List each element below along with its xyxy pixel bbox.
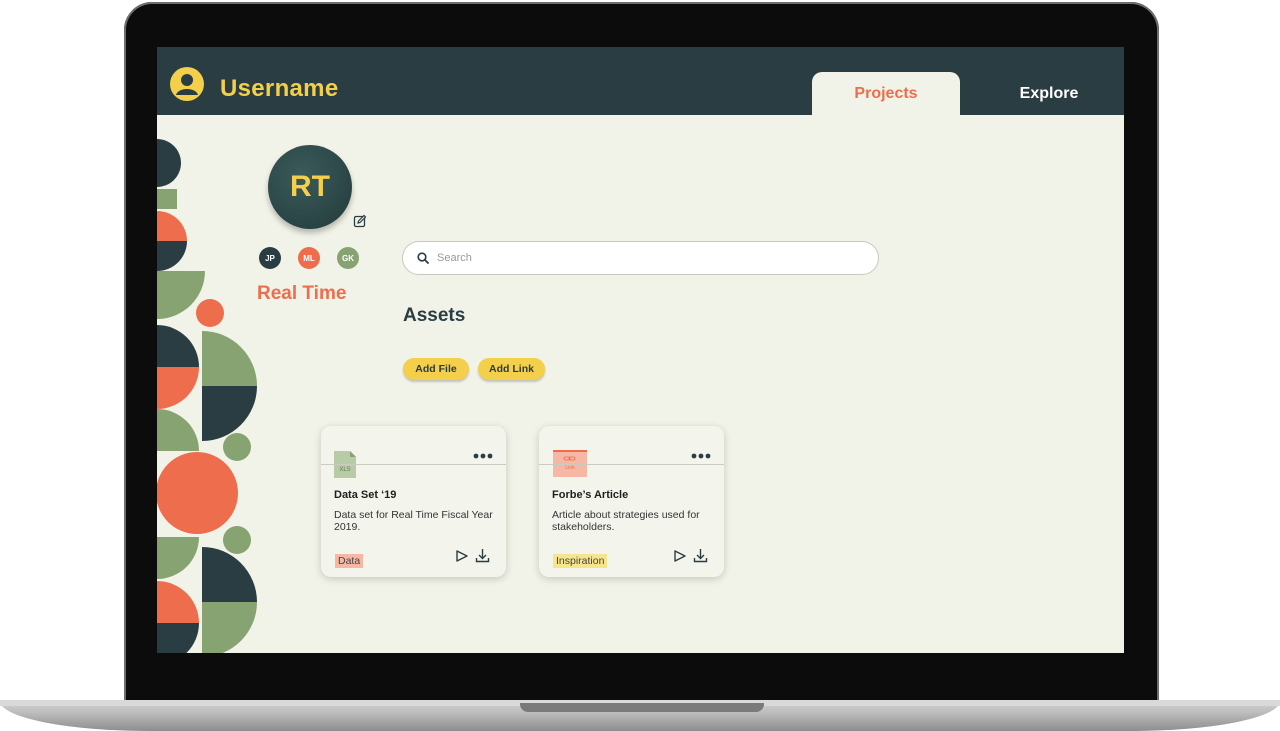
more-options-icon[interactable]: [473, 453, 493, 459]
download-icon[interactable]: [693, 548, 708, 563]
member-avatar[interactable]: ML: [298, 247, 320, 269]
search-icon: [417, 252, 429, 264]
member-avatar[interactable]: GK: [337, 247, 359, 269]
laptop-notch: [520, 703, 764, 712]
share-icon[interactable]: [673, 549, 687, 563]
app-screen: Username Projects Explore RT JP ML GK Re…: [157, 47, 1124, 653]
user-avatar-icon[interactable]: [170, 67, 204, 101]
project-name: Real Time: [257, 283, 347, 304]
project-avatar: RT: [268, 145, 352, 229]
asset-card[interactable]: Link Forbe’s Article Article about strat…: [539, 426, 724, 577]
decorative-pattern: [157, 139, 257, 653]
edit-icon[interactable]: [353, 214, 367, 228]
card-divider: [321, 464, 506, 465]
asset-card[interactable]: XLS Data Set ‘19 Data set for Real Time …: [321, 426, 506, 577]
tab-explore[interactable]: Explore: [975, 72, 1123, 115]
search-input[interactable]: [437, 249, 857, 267]
card-title: Data Set ‘19: [334, 489, 397, 501]
card-description: Data set for Real Time Fiscal Year 2019.: [334, 509, 493, 533]
assets-title: Assets: [403, 305, 466, 326]
username-label[interactable]: Username: [220, 75, 338, 103]
file-type-label: XLS: [339, 467, 350, 473]
top-bar: Username Projects Explore: [157, 47, 1124, 115]
card-title: Forbe’s Article: [552, 489, 629, 501]
member-avatar[interactable]: JP: [259, 247, 281, 269]
download-icon[interactable]: [475, 548, 490, 563]
more-options-icon[interactable]: [691, 453, 711, 459]
card-tag[interactable]: Data: [335, 554, 364, 568]
link-type-label: Link: [565, 465, 575, 471]
card-divider: [539, 464, 724, 465]
search-bar[interactable]: [402, 241, 879, 275]
tab-projects[interactable]: Projects: [812, 72, 960, 115]
card-tag[interactable]: Inspiration: [553, 554, 608, 568]
add-file-button[interactable]: Add File: [403, 358, 469, 380]
card-description: Article about strategies used for stakeh…: [552, 509, 700, 533]
add-link-button[interactable]: Add Link: [478, 358, 545, 380]
share-icon[interactable]: [455, 549, 469, 563]
